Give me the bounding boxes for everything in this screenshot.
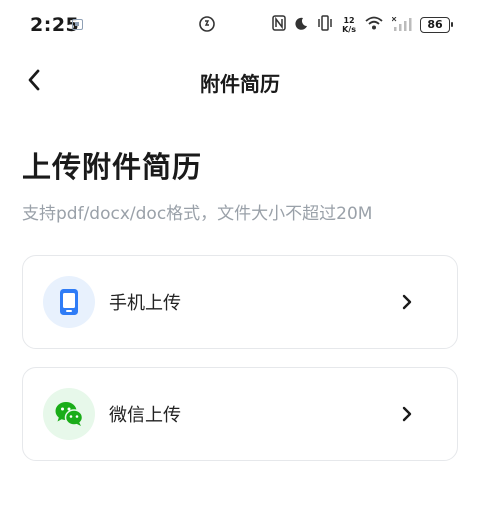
vibrate-icon [316,15,334,35]
wifi-icon [364,15,384,35]
signal-icon [391,16,412,35]
wechat-upload-option[interactable]: 微信上传 [22,367,458,461]
upload-heading: 上传附件简历 [22,150,203,184]
nfc-icon [272,15,286,35]
notification-icon [72,19,83,30]
speed-unit: K/s [342,25,356,34]
chevron-right-icon [397,404,417,424]
status-bar: 2:25 12 K/s 86 [0,0,480,52]
moon-icon [294,16,308,35]
page-title: 附件简历 [200,72,280,96]
network-speed: 12 K/s [342,16,356,34]
option-label: 手机上传 [109,293,181,314]
phone-icon [43,276,95,328]
battery-indicator: 86 [420,17,453,33]
sync-icon [198,15,216,33]
upload-hint: 支持pdf/docx/doc格式，文件大小不超过20M [22,204,373,224]
chevron-right-icon [397,292,417,312]
option-label: 微信上传 [109,405,181,426]
speed-value: 12 [343,16,355,25]
nav-bar: 附件简历 [0,52,480,108]
wechat-icon [43,388,95,440]
phone-upload-option[interactable]: 手机上传 [22,255,458,349]
